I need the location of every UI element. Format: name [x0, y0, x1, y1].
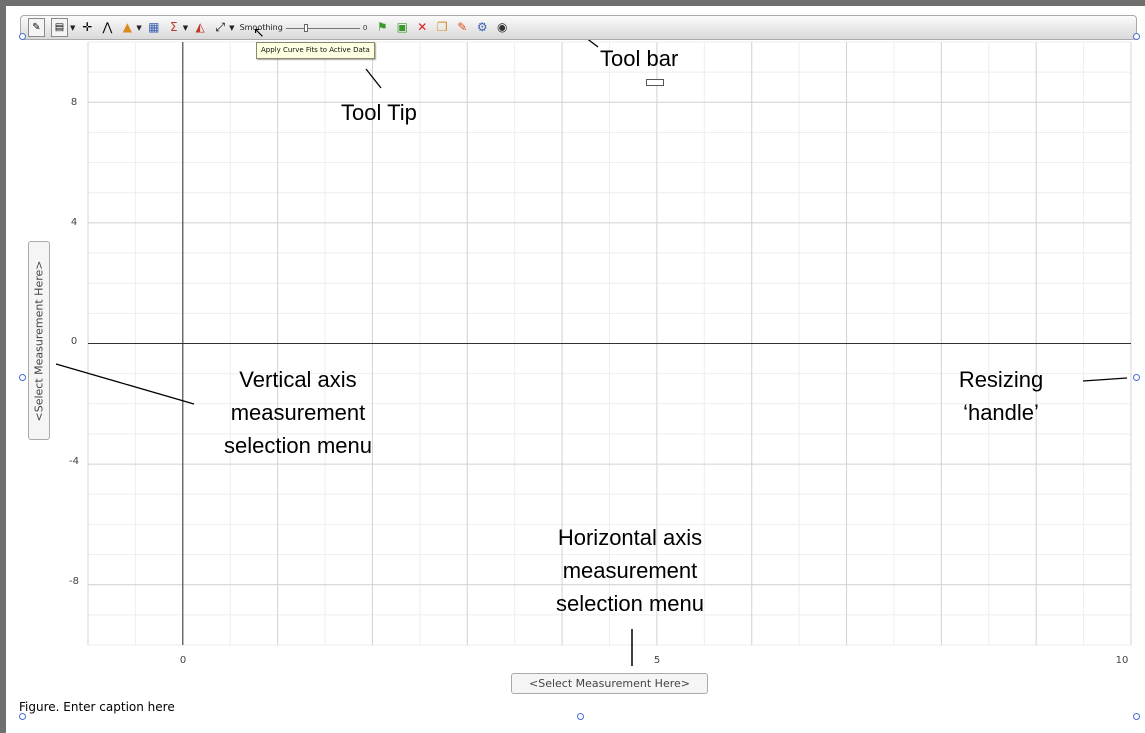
annotation-resizing-handle: Resizing ‘handle’ — [946, 363, 1056, 429]
select-data-icon[interactable]: ▣ — [395, 19, 409, 36]
display-mode-icon[interactable]: ▤ — [51, 18, 68, 37]
area-icon[interactable]: ◭ — [193, 19, 207, 36]
chevron-down-icon[interactable]: ▼ — [229, 24, 234, 32]
y-tick-label: 4 — [70, 217, 78, 228]
annotation-tool-bar: Tool bar — [600, 46, 679, 71]
add-marker-icon[interactable]: ⚑ — [375, 19, 389, 36]
pin-icon[interactable]: ✎ — [455, 19, 469, 36]
resize-handle-left[interactable] — [19, 374, 26, 381]
label-drag-handle[interactable] — [646, 79, 664, 86]
y-tick-label: -8 — [69, 576, 79, 587]
annotation-line: measurement — [230, 400, 366, 425]
annotation-line: selection menu — [556, 591, 704, 616]
resize-handle-right[interactable] — [1133, 374, 1140, 381]
y-tick-label: -4 — [69, 456, 79, 467]
shape-tool-icon[interactable]: ▲ — [120, 19, 134, 36]
visibility-eye-icon[interactable]: ◉ — [495, 19, 509, 36]
resize-handle-top-left[interactable] — [19, 33, 26, 40]
copy-icon[interactable]: ❐ — [435, 19, 449, 36]
sum-icon[interactable]: Σ — [167, 19, 181, 36]
annotation-vertical-menu: Vertical axis measurement selection menu — [206, 363, 390, 462]
smoothing-value: 0 — [362, 23, 368, 32]
vertical-axis-menu-label: <Select Measurement Here> — [32, 260, 46, 421]
resize-handle-bottom-right[interactable] — [1133, 713, 1140, 720]
y-tick-label: 0 — [70, 336, 78, 347]
settings-gear-icon[interactable]: ⚙ — [475, 19, 489, 36]
figure-caption[interactable]: Figure. Enter caption here — [19, 700, 175, 714]
resize-handle-bottom[interactable] — [577, 713, 584, 720]
annotation-leader-resizing-handle — [1082, 377, 1128, 382]
annotation-line: selection menu — [224, 433, 372, 458]
curve-tool-icon[interactable]: ⋀ — [100, 19, 114, 36]
resize-handle-bottom-left[interactable] — [19, 713, 26, 720]
smoothing-slider[interactable] — [285, 23, 360, 32]
y-tick-label: 8 — [70, 97, 78, 108]
grid-select-icon[interactable]: ▦ — [147, 19, 161, 36]
annotation-leader-vertical-menu — [55, 363, 195, 405]
move-crosshair-icon[interactable]: ✛ — [80, 19, 94, 36]
x-tick-label: 0 — [179, 655, 187, 666]
slider-track — [285, 27, 360, 29]
annotation-line: Horizontal axis — [557, 525, 703, 550]
annotation-tool-tip: Tool Tip — [341, 100, 417, 125]
edit-graph-icon[interactable]: ✎ — [28, 18, 45, 37]
annotation-horizontal-menu: Horizontal axis measurement selection me… — [538, 521, 722, 620]
x-tick-label: 5 — [653, 655, 661, 666]
graph-toolbar: ✎ ▤ ▼ ✛ ⋀ ▲ ▼ ▦ Σ ▼ ◭ ⤢ ▼ Smoothing 0 ⚑ … — [20, 15, 1137, 40]
annotation-line: Vertical axis — [239, 367, 357, 392]
vertical-axis-measurement-menu[interactable]: <Select Measurement Here> — [28, 241, 50, 440]
slider-knob[interactable] — [303, 23, 308, 32]
horizontal-axis-measurement-menu[interactable]: <Select Measurement Here> — [511, 673, 708, 694]
delete-icon[interactable]: ✕ — [415, 19, 429, 36]
curve-fit-icon[interactable]: ⤢ — [213, 19, 227, 36]
chevron-down-icon[interactable]: ▼ — [70, 24, 75, 32]
resize-handle-top-right[interactable] — [1133, 33, 1140, 40]
x-tick-label: 10 — [1115, 655, 1129, 666]
annotation-line: ‘handle’ — [963, 400, 1039, 425]
tooltip: Apply Curve Fits to Active Data — [256, 42, 375, 59]
chevron-down-icon[interactable]: ▼ — [136, 24, 141, 32]
annotation-line: measurement — [562, 558, 698, 583]
chevron-down-icon[interactable]: ▼ — [183, 24, 188, 32]
annotation-line: Resizing — [958, 367, 1044, 392]
mouse-cursor-icon: ↖ — [253, 25, 265, 41]
